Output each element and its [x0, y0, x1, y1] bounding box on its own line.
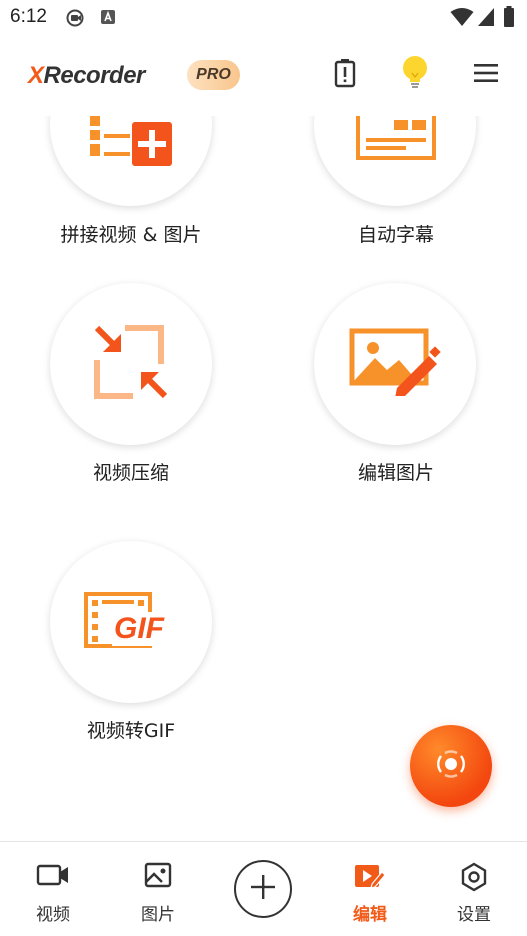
record-icon	[434, 747, 468, 785]
video-to-gif-icon: GIF	[84, 592, 178, 652]
add-icon	[250, 874, 276, 904]
record-fab-button[interactable]	[410, 725, 492, 807]
edit-image-icon	[349, 328, 441, 400]
tool-label: 拼接视频 & 图片	[60, 224, 202, 246]
settings-icon	[460, 862, 488, 896]
image-icon	[144, 862, 172, 892]
cellular-signal-icon	[477, 7, 495, 31]
wifi-icon	[450, 7, 474, 31]
gif-text: GIF	[112, 612, 166, 646]
logo-x: X	[28, 62, 44, 89]
nav-label: 视频	[36, 905, 70, 925]
menu-button[interactable]	[465, 54, 507, 96]
tool-circle[interactable]	[314, 283, 476, 445]
nav-label: 编辑	[353, 905, 387, 925]
pro-badge[interactable]: PRO	[187, 60, 240, 90]
lightbulb-icon	[400, 54, 430, 96]
bottom-nav: 视频 图片 编辑 设置	[0, 841, 527, 936]
tool-circle[interactable]	[314, 116, 476, 206]
add-button[interactable]	[234, 860, 292, 918]
a-notification-icon	[100, 9, 116, 29]
app-header: XRecorder PRO	[0, 36, 527, 116]
menu-icon	[473, 62, 499, 88]
battery-icon	[503, 6, 515, 32]
nav-item-video[interactable]: 视频	[13, 842, 93, 936]
camera-record-icon	[66, 9, 86, 31]
status-time: 6:12	[10, 6, 47, 27]
nav-item-image[interactable]: 图片	[118, 842, 198, 936]
auto-subtitle-icon	[354, 116, 438, 168]
nav-label: 图片	[141, 905, 175, 925]
merge-video-image-icon	[90, 116, 176, 176]
tool-label: 视频转GIF	[86, 720, 176, 742]
tool-label: 视频压缩	[92, 462, 170, 484]
tips-button[interactable]	[394, 54, 436, 96]
nav-item-edit[interactable]: 编辑	[330, 842, 410, 936]
tool-circle[interactable]	[50, 116, 212, 206]
edit-video-icon	[354, 862, 386, 894]
tool-label: 编辑图片	[357, 462, 435, 484]
tool-circle[interactable]	[50, 283, 212, 445]
nav-item-settings[interactable]: 设置	[434, 842, 514, 936]
status-bar: 6:12	[0, 0, 527, 36]
logo-name: Recorder	[43, 62, 146, 89]
nav-label: 设置	[457, 905, 491, 925]
app-logo: XRecorder	[28, 62, 145, 90]
tool-label: 自动字幕	[357, 224, 435, 246]
compress-icon	[93, 324, 169, 404]
video-camera-icon	[36, 862, 70, 892]
battery-alert-button[interactable]	[324, 54, 366, 96]
battery-alert-icon	[334, 58, 356, 92]
tool-circle[interactable]: GIF	[50, 541, 212, 703]
